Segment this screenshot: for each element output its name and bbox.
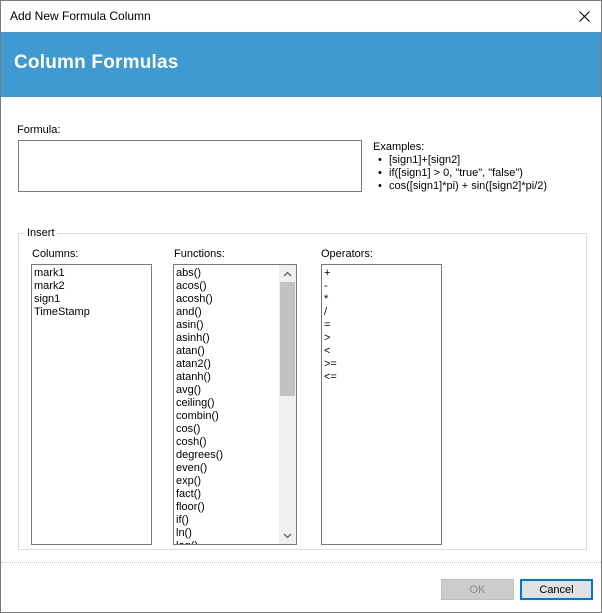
chevron-down-icon [283, 533, 292, 538]
function-list-item[interactable]: degrees() [176, 449, 278, 462]
function-list-item[interactable]: atan() [176, 345, 278, 358]
operator-list-item[interactable]: = [324, 319, 441, 332]
dialog-window: Add New Formula Column Column Formulas F… [0, 0, 602, 613]
close-icon [578, 11, 590, 22]
examples-label: Examples: [373, 141, 425, 153]
column-list-item[interactable]: TimeStamp [34, 306, 151, 319]
insert-legend: Insert [25, 227, 57, 239]
operators-label: Operators: [321, 248, 373, 260]
example-item: if([sign1] > 0, "true", "false") [373, 167, 547, 180]
function-list-item[interactable]: cos() [176, 423, 278, 436]
cancel-button[interactable]: Cancel [520, 579, 593, 600]
formula-label: Formula: [17, 124, 61, 136]
column-list-item[interactable]: mark1 [34, 267, 151, 280]
function-list-item[interactable]: floor() [176, 501, 278, 514]
example-item: cos([sign1]*pi) + sin([sign2]*pi/2) [373, 180, 547, 193]
function-list-item[interactable]: and() [176, 306, 278, 319]
close-button[interactable] [567, 1, 601, 32]
operator-list-item[interactable]: < [324, 345, 441, 358]
columns-label: Columns: [32, 248, 79, 260]
function-list-item[interactable]: exp() [176, 475, 278, 488]
operator-list-item[interactable]: - [324, 280, 441, 293]
function-list-item[interactable]: asin() [176, 319, 278, 332]
scroll-down-button[interactable] [279, 527, 296, 544]
functions-scrollbar[interactable] [279, 265, 296, 544]
example-item: [sign1]+[sign2] [373, 154, 547, 167]
operator-list-item[interactable]: <= [324, 371, 441, 384]
operator-list-item[interactable]: >= [324, 358, 441, 371]
examples-panel: Examples: [sign1]+[sign2] if([sign1] > 0… [373, 141, 547, 193]
banner-heading: Column Formulas [14, 52, 179, 73]
column-list-item[interactable]: mark2 [34, 280, 151, 293]
columns-listbox[interactable]: mark1 mark2 sign1 TimeStamp [31, 264, 152, 545]
function-list-item[interactable]: asinh() [176, 332, 278, 345]
title-bar: Add New Formula Column [1, 1, 601, 32]
function-list-item[interactable]: acos() [176, 280, 278, 293]
chevron-up-icon [283, 271, 292, 276]
function-list-item[interactable]: fact() [176, 488, 278, 501]
function-list-item[interactable]: atan2() [176, 358, 278, 371]
scroll-up-button[interactable] [279, 265, 296, 282]
function-list-item[interactable]: abs() [176, 267, 278, 280]
function-list-item[interactable]: cosh() [176, 436, 278, 449]
operators-listbox[interactable]: + - * / = > < >= <= [321, 264, 442, 545]
insert-groupbox: Insert Columns: mark1 mark2 sign1 TimeStamp… [18, 227, 587, 550]
examples-list: [sign1]+[sign2] if([sign1] > 0, "true", … [373, 154, 547, 193]
functions-listbox[interactable]: abs() acos() acosh() and() asin() asinh() atan… [173, 264, 297, 545]
column-list-item[interactable]: sign1 [34, 293, 151, 306]
operator-list-item[interactable]: + [324, 267, 441, 280]
function-list-item[interactable]: atanh() [176, 371, 278, 384]
formula-input[interactable] [18, 140, 362, 192]
scroll-thumb[interactable] [280, 282, 295, 396]
function-list-item[interactable]: ln() [176, 527, 278, 540]
functions-label: Functions: [174, 248, 225, 260]
operator-list-item[interactable]: > [324, 332, 441, 345]
function-list-item[interactable]: log() [176, 540, 278, 544]
dialog-content: Formula: Examples: [sign1]+[sign2] if([s… [1, 97, 601, 562]
operator-list-item[interactable]: / [324, 306, 441, 319]
function-list-item[interactable]: ceiling() [176, 397, 278, 410]
ok-button[interactable]: OK [441, 579, 514, 600]
function-list-item[interactable]: even() [176, 462, 278, 475]
operator-list-item[interactable]: * [324, 293, 441, 306]
function-list-item[interactable]: combin() [176, 410, 278, 423]
function-list-item[interactable]: acosh() [176, 293, 278, 306]
window-title: Add New Formula Column [10, 9, 151, 23]
function-list-item[interactable]: avg() [176, 384, 278, 397]
function-list-item[interactable]: if() [176, 514, 278, 527]
header-banner: Column Formulas [1, 32, 601, 97]
dialog-footer: OK Cancel [1, 562, 601, 612]
